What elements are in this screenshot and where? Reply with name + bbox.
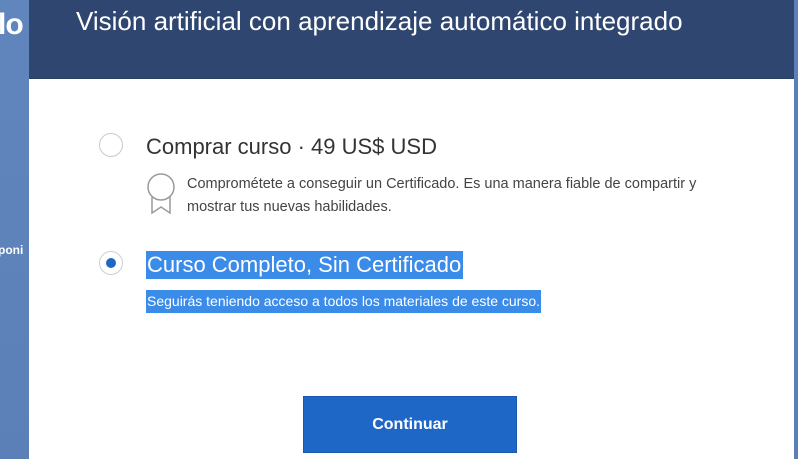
modal-title: Visión artificial con aprendizaje automá… xyxy=(76,6,683,36)
certificate-icon xyxy=(147,173,175,215)
continue-button[interactable]: Continuar xyxy=(303,396,517,453)
radio-full-course-no-certificate[interactable] xyxy=(99,251,123,275)
background-text-fragment: poni xyxy=(0,243,24,257)
option-buy-course-label[interactable]: Comprar curso · 49 US$ USD xyxy=(146,133,437,161)
modal-header: Visión artificial con aprendizaje automá… xyxy=(29,0,794,79)
option-full-course-label[interactable]: Curso Completo, Sin Certificado xyxy=(146,251,464,279)
background-page-left: lo poni xyxy=(0,0,29,459)
enrollment-modal: Visión artificial con aprendizaje automá… xyxy=(29,0,794,459)
page: lo poni Visión artificial con aprendizaj… xyxy=(0,0,798,459)
option-buy-course-description: Comprométete a conseguir un Certificado.… xyxy=(187,176,697,215)
background-page-right xyxy=(794,0,798,459)
background-title-fragment: lo xyxy=(0,8,24,41)
option-full-course-description: Seguirás teniendo acceso a todos los mat… xyxy=(146,290,542,313)
radio-buy-course[interactable] xyxy=(99,133,123,157)
